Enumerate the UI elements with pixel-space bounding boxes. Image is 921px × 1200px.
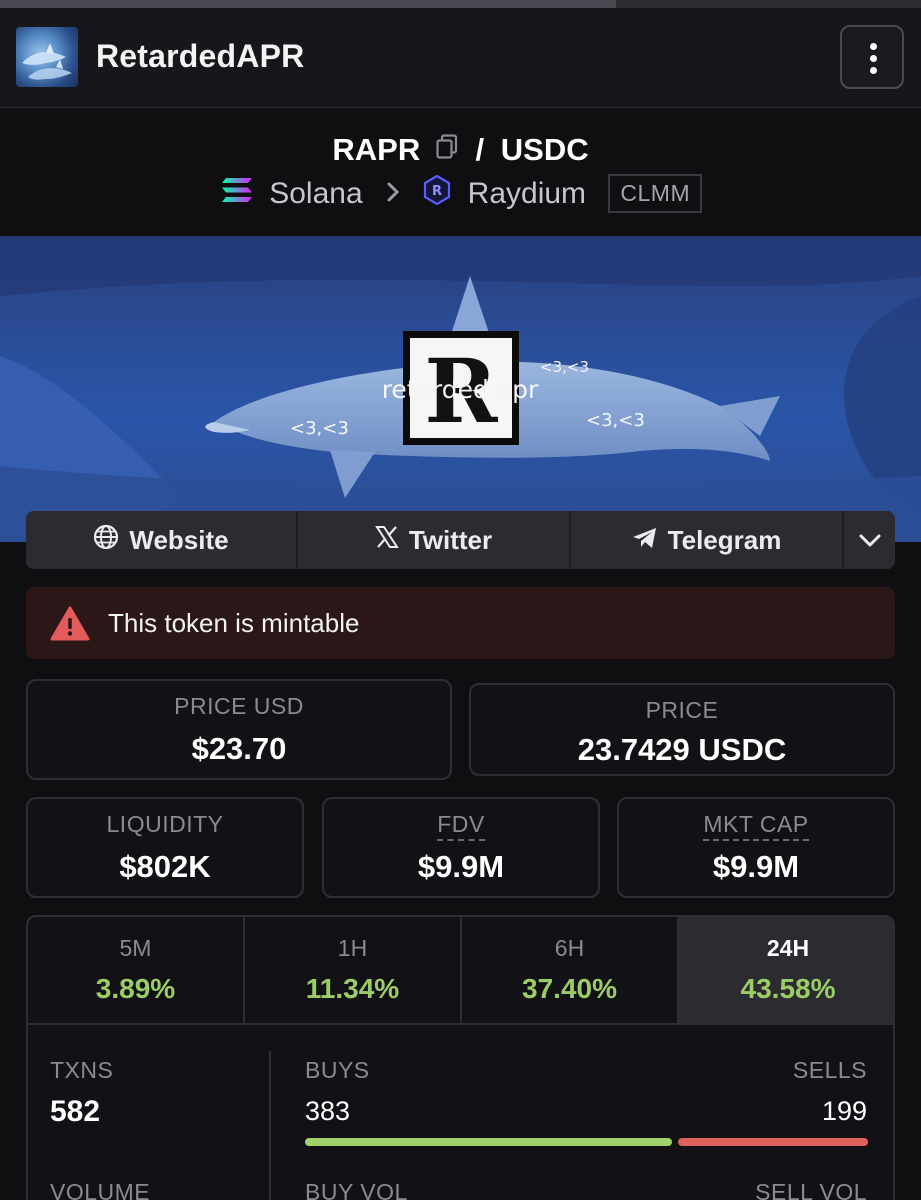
mintable-warning: This token is mintable bbox=[26, 587, 895, 659]
price-quote-card: PRICE 23.7429 USDC bbox=[469, 683, 895, 776]
volume-label: VOLUME bbox=[50, 1179, 151, 1200]
warning-text: This token is mintable bbox=[108, 608, 360, 638]
dexscreener-pair-page: RetardedAPR RAPR / USDC Solana R Raydium… bbox=[0, 0, 921, 1200]
telegram-link-button[interactable]: Telegram bbox=[571, 511, 844, 569]
token-logo[interactable] bbox=[16, 27, 78, 87]
svg-text:R: R bbox=[432, 184, 442, 199]
tab-1h[interactable]: 1H 11.34% bbox=[245, 917, 462, 1025]
telegram-icon bbox=[632, 525, 658, 556]
pair-separator: / bbox=[475, 131, 485, 167]
market-cap-card[interactable]: MKT CAP $9.9M bbox=[617, 797, 895, 898]
banner-heart-right: <3,<3 bbox=[586, 410, 645, 431]
pair-name: RAPR / USDC bbox=[0, 130, 921, 168]
x-logo-icon bbox=[375, 525, 399, 556]
price-quote-value: 23.7429 USDC bbox=[577, 732, 787, 767]
raydium-icon: R bbox=[423, 174, 459, 212]
globe-icon bbox=[93, 524, 119, 557]
base-token-symbol: RAPR bbox=[332, 131, 421, 167]
tab-5m[interactable]: 5M 3.89% bbox=[28, 917, 245, 1025]
chain-name[interactable]: Solana bbox=[269, 177, 362, 210]
tab-1h-change: 11.34% bbox=[305, 973, 400, 1004]
liquidity-value: $802K bbox=[119, 849, 211, 884]
buys-count: 383 bbox=[305, 1096, 351, 1126]
website-link-button[interactable]: Website bbox=[26, 511, 298, 569]
twitter-label: Twitter bbox=[408, 524, 493, 555]
tab-6h-change: 37.40% bbox=[522, 973, 617, 1004]
fdv-value: $9.9M bbox=[417, 849, 505, 884]
tab-6h[interactable]: 6H 37.40% bbox=[462, 917, 679, 1025]
price-usd-value: $23.70 bbox=[191, 731, 287, 766]
liquidity-card: LIQUIDITY $802K bbox=[26, 797, 304, 898]
quote-token-symbol: USDC bbox=[500, 131, 589, 167]
more-menu-button[interactable] bbox=[840, 25, 904, 89]
website-label: Website bbox=[129, 524, 229, 555]
sells-ratio-bar bbox=[678, 1138, 868, 1146]
tab-5m-label: 5M bbox=[119, 935, 152, 961]
tab-24h-change: 43.58% bbox=[740, 973, 836, 1004]
pair-header: RAPR / USDC Solana R Raydium CLMM bbox=[0, 108, 921, 236]
chevron-right-icon bbox=[385, 177, 401, 211]
dex-name[interactable]: Raydium bbox=[468, 177, 586, 210]
twitter-link-button[interactable]: Twitter bbox=[298, 511, 571, 569]
txns-label: TXNS bbox=[50, 1057, 114, 1083]
tab-24h[interactable]: 24H 43.58% bbox=[679, 917, 893, 1025]
market-cap-label: MKT CAP bbox=[703, 811, 809, 841]
pool-type-badge: CLMM bbox=[608, 174, 703, 213]
banner-heart-top: <3,<3 bbox=[540, 358, 589, 376]
solana-icon bbox=[219, 177, 263, 212]
token-banner-image: R retarded apr <3,<3 <3,<3 <3,<3 bbox=[0, 236, 921, 542]
tab-5m-change: 3.89% bbox=[95, 973, 176, 1004]
buy-volume-label: BUY VOL bbox=[305, 1179, 408, 1200]
warning-triangle-icon bbox=[50, 606, 90, 647]
buys-ratio-bar bbox=[305, 1138, 672, 1146]
sells-label: SELLS bbox=[792, 1057, 867, 1083]
page-load-progress bbox=[0, 0, 921, 8]
price-usd-card: PRICE USD $23.70 bbox=[26, 679, 452, 780]
top-bar: RetardedAPR bbox=[0, 0, 921, 108]
tab-24h-label: 24H bbox=[766, 935, 810, 961]
fdv-label: FDV bbox=[437, 811, 485, 841]
price-quote-label: PRICE bbox=[645, 697, 719, 723]
chain-breadcrumb: Solana R Raydium CLMM bbox=[0, 174, 921, 213]
buys-label: BUYS bbox=[305, 1057, 370, 1083]
copy-icon[interactable] bbox=[435, 132, 459, 168]
price-usd-label: PRICE USD bbox=[174, 693, 304, 719]
app-title: RetardedAPR bbox=[96, 38, 305, 74]
banner-caption: retarded apr bbox=[382, 375, 539, 404]
txns-total: 582 bbox=[50, 1095, 101, 1128]
chevron-down-icon bbox=[858, 525, 882, 556]
timeframe-stats-panel: 5M 3.89% 1H 11.34% 6H 37.40% 24H 43.58% … bbox=[26, 915, 895, 1200]
fdv-card[interactable]: FDV $9.9M bbox=[322, 797, 600, 898]
column-divider bbox=[269, 1051, 271, 1200]
market-cap-value: $9.9M bbox=[712, 849, 800, 884]
banner-heart-left: <3,<3 bbox=[290, 418, 349, 439]
sell-volume-label: SELL VOL bbox=[755, 1179, 867, 1200]
sells-count: 199 bbox=[821, 1096, 867, 1126]
more-links-dropdown[interactable] bbox=[844, 511, 895, 569]
social-links-bar: Website Twitter Telegram bbox=[26, 511, 895, 569]
tab-1h-label: 1H bbox=[337, 935, 368, 961]
telegram-label: Telegram bbox=[667, 524, 782, 555]
tab-6h-label: 6H bbox=[554, 935, 585, 961]
liquidity-label: LIQUIDITY bbox=[106, 811, 224, 837]
